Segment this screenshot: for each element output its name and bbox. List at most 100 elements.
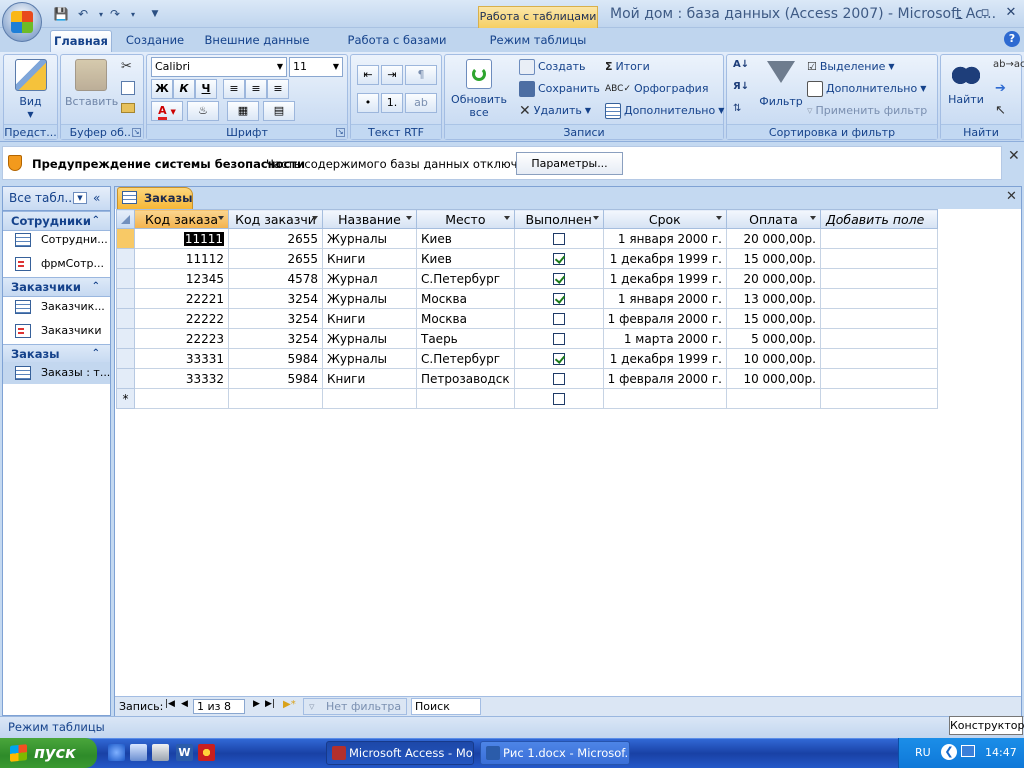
fill-color-icon[interactable]: ♨ bbox=[187, 101, 219, 121]
cell-place[interactable]: Москва bbox=[416, 288, 515, 309]
cell-name[interactable]: Журналы bbox=[322, 228, 417, 249]
help-icon[interactable]: ? bbox=[1004, 31, 1020, 47]
tab-database-tools[interactable]: Работа с базами данных bbox=[326, 30, 468, 67]
column-header-add-field[interactable]: Добавить поле bbox=[819, 209, 938, 229]
chevron-down-icon[interactable]: ▼ bbox=[73, 192, 87, 204]
maximize-button[interactable]: ▫ bbox=[972, 3, 998, 23]
row-selector[interactable] bbox=[116, 348, 135, 369]
cell-done[interactable] bbox=[513, 288, 604, 309]
italic-button[interactable]: К bbox=[173, 79, 195, 99]
tray-arrow-icon[interactable]: ❮ bbox=[941, 744, 957, 760]
network-icon[interactable] bbox=[961, 745, 975, 757]
row-selector[interactable] bbox=[116, 328, 135, 349]
new-row-cell[interactable] bbox=[134, 388, 229, 409]
checkbox[interactable] bbox=[552, 293, 565, 305]
align-left-icon[interactable]: ≡ bbox=[223, 79, 245, 99]
goto-icon[interactable]: ➔ bbox=[995, 81, 1006, 96]
replace-icon[interactable]: ab→ac bbox=[993, 59, 1024, 70]
sort-ascending-icon[interactable]: A↓ bbox=[733, 59, 749, 70]
totals-button[interactable]: Σ Итоги bbox=[605, 57, 650, 77]
taskbar-window-word[interactable]: Рис 1.docx - Microsof... bbox=[480, 741, 630, 765]
cell-place[interactable]: Киев bbox=[416, 228, 515, 249]
find-button[interactable]: Найти bbox=[945, 61, 987, 106]
chevron-down-icon[interactable] bbox=[592, 216, 599, 220]
taskbar-window-access[interactable]: Microsoft Access - Мо... bbox=[326, 741, 474, 765]
font-color-button[interactable]: A ▼ bbox=[151, 101, 183, 121]
gridlines-icon[interactable]: ▦ bbox=[227, 101, 259, 121]
row-selector[interactable] bbox=[116, 268, 135, 289]
sort-descending-icon[interactable]: Я↓ bbox=[733, 81, 749, 92]
cell-name[interactable]: Книги bbox=[322, 308, 417, 329]
filter-button[interactable]: Фильтр bbox=[757, 59, 805, 108]
decrease-indent-icon[interactable]: ⇤ bbox=[357, 65, 379, 85]
first-record-icon[interactable]: |◀ bbox=[165, 699, 175, 709]
redo-dropdown-icon[interactable]: ▾ bbox=[124, 5, 142, 23]
cell-payment[interactable]: 20 000,00р. bbox=[725, 268, 821, 289]
cell-add-field[interactable] bbox=[819, 328, 938, 349]
new-row-cell[interactable] bbox=[602, 388, 727, 409]
collapse-pane-icon[interactable]: « bbox=[93, 187, 100, 209]
cell-order-id[interactable]: 33332 bbox=[134, 368, 229, 389]
chevron-down-icon[interactable] bbox=[503, 216, 510, 220]
select-pointer-icon[interactable]: ↖ bbox=[995, 103, 1006, 118]
new-row-cell[interactable] bbox=[322, 388, 417, 409]
cell-customer-id[interactable]: 3254 bbox=[228, 288, 323, 309]
numbering-icon[interactable]: 1. bbox=[381, 93, 403, 113]
cell-payment[interactable]: 10 000,00р. bbox=[725, 368, 821, 389]
cell-place[interactable]: Москва bbox=[416, 308, 515, 329]
dialog-launcher-icon[interactable]: ↘ bbox=[336, 128, 345, 137]
search-input[interactable]: Поиск bbox=[411, 698, 481, 715]
cell-due[interactable]: 1 марта 2000 г. bbox=[602, 328, 727, 349]
cell-add-field[interactable] bbox=[819, 308, 938, 329]
row-selector[interactable] bbox=[116, 368, 135, 389]
cell-order-id[interactable]: 11112 bbox=[134, 248, 229, 269]
new-row-cell[interactable] bbox=[416, 388, 515, 409]
checkbox[interactable] bbox=[552, 253, 565, 265]
chevron-down-icon[interactable] bbox=[715, 216, 722, 220]
underline-button[interactable]: Ч bbox=[195, 79, 217, 99]
cut-icon[interactable]: ✂ bbox=[121, 59, 132, 74]
dialog-launcher-icon[interactable]: ↘ bbox=[132, 128, 141, 137]
cell-done[interactable] bbox=[513, 248, 604, 269]
column-header-place[interactable]: Место bbox=[416, 209, 515, 229]
cell-name[interactable]: Книги bbox=[322, 368, 417, 389]
nav-pane-header[interactable]: Все табл... ▼ « bbox=[3, 187, 110, 211]
nav-item-employees-table[interactable]: Сотрудни... bbox=[3, 229, 110, 251]
cell-place[interactable]: Петрозаводск bbox=[416, 368, 515, 389]
row-selector[interactable] bbox=[116, 248, 135, 269]
nav-item-orders-table[interactable]: Заказы : т... bbox=[3, 362, 110, 384]
alt-row-color-icon[interactable]: ▤ bbox=[263, 101, 295, 121]
chevron-down-icon[interactable] bbox=[218, 216, 224, 220]
paragraph-direction-icon[interactable]: ¶ bbox=[405, 65, 437, 85]
cell-due[interactable]: 1 февраля 2000 г. bbox=[602, 368, 727, 389]
customize-toolbar-icon[interactable]: ▼ bbox=[146, 5, 164, 23]
nav-group-employees[interactable]: Сотрудники ⌃ bbox=[3, 211, 110, 231]
language-indicator[interactable]: RU bbox=[915, 746, 931, 759]
checkbox[interactable] bbox=[552, 313, 565, 325]
cell-done[interactable] bbox=[513, 368, 604, 389]
cell-place[interactable]: Таерь bbox=[416, 328, 515, 349]
checkbox[interactable] bbox=[552, 233, 565, 245]
cell-name[interactable]: Журнал bbox=[322, 268, 417, 289]
close-button[interactable]: ✕ bbox=[998, 3, 1024, 23]
cell-name[interactable]: Журналы bbox=[322, 348, 417, 369]
cell-add-field[interactable] bbox=[819, 248, 938, 269]
nav-item-employees-form[interactable]: фрмСотр... bbox=[3, 253, 110, 275]
cell-add-field[interactable] bbox=[819, 228, 938, 249]
next-record-icon[interactable]: ▶ bbox=[253, 699, 260, 709]
undo-icon[interactable]: ↶ bbox=[74, 5, 92, 23]
tab-external-data[interactable]: Внешние данные bbox=[200, 30, 314, 52]
column-header-payment[interactable]: Оплата bbox=[725, 209, 821, 229]
cell-due[interactable]: 1 декабря 1999 г. bbox=[602, 248, 727, 269]
cell-done[interactable] bbox=[513, 348, 604, 369]
options-button[interactable]: Параметры... bbox=[516, 152, 623, 175]
paste-button[interactable]: Вставить bbox=[65, 59, 118, 108]
row-selector[interactable] bbox=[116, 228, 135, 249]
cell-order-id[interactable]: 11111 bbox=[134, 228, 229, 249]
new-record-button[interactable]: Создать bbox=[519, 57, 586, 77]
tab-home[interactable]: Главная bbox=[50, 30, 112, 52]
tab-datasheet[interactable]: Режим таблицы bbox=[480, 30, 596, 52]
cell-done[interactable] bbox=[513, 228, 604, 249]
nav-group-orders[interactable]: Заказы ⌃ bbox=[3, 344, 110, 364]
cell-customer-id[interactable]: 4578 bbox=[228, 268, 323, 289]
